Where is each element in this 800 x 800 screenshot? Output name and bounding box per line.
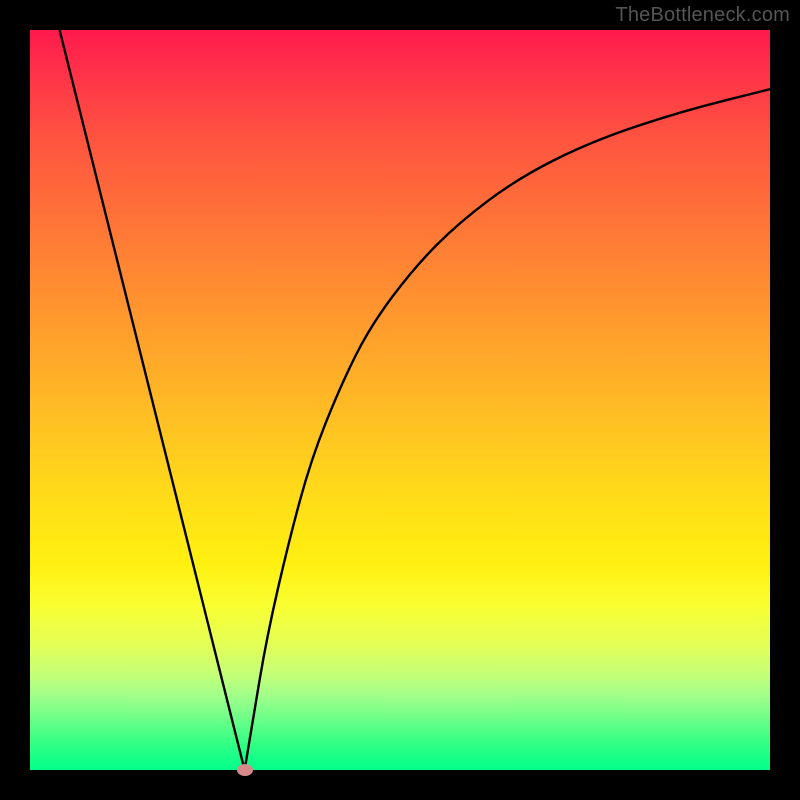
plot-area <box>30 30 770 770</box>
curve-right-branch <box>245 89 770 770</box>
optimum-marker <box>237 764 253 776</box>
bottleneck-chart: TheBottleneck.com <box>0 0 800 800</box>
watermark-text: TheBottleneck.com <box>615 4 790 27</box>
curve-left-branch <box>60 30 245 770</box>
bottleneck-curve <box>30 30 770 770</box>
